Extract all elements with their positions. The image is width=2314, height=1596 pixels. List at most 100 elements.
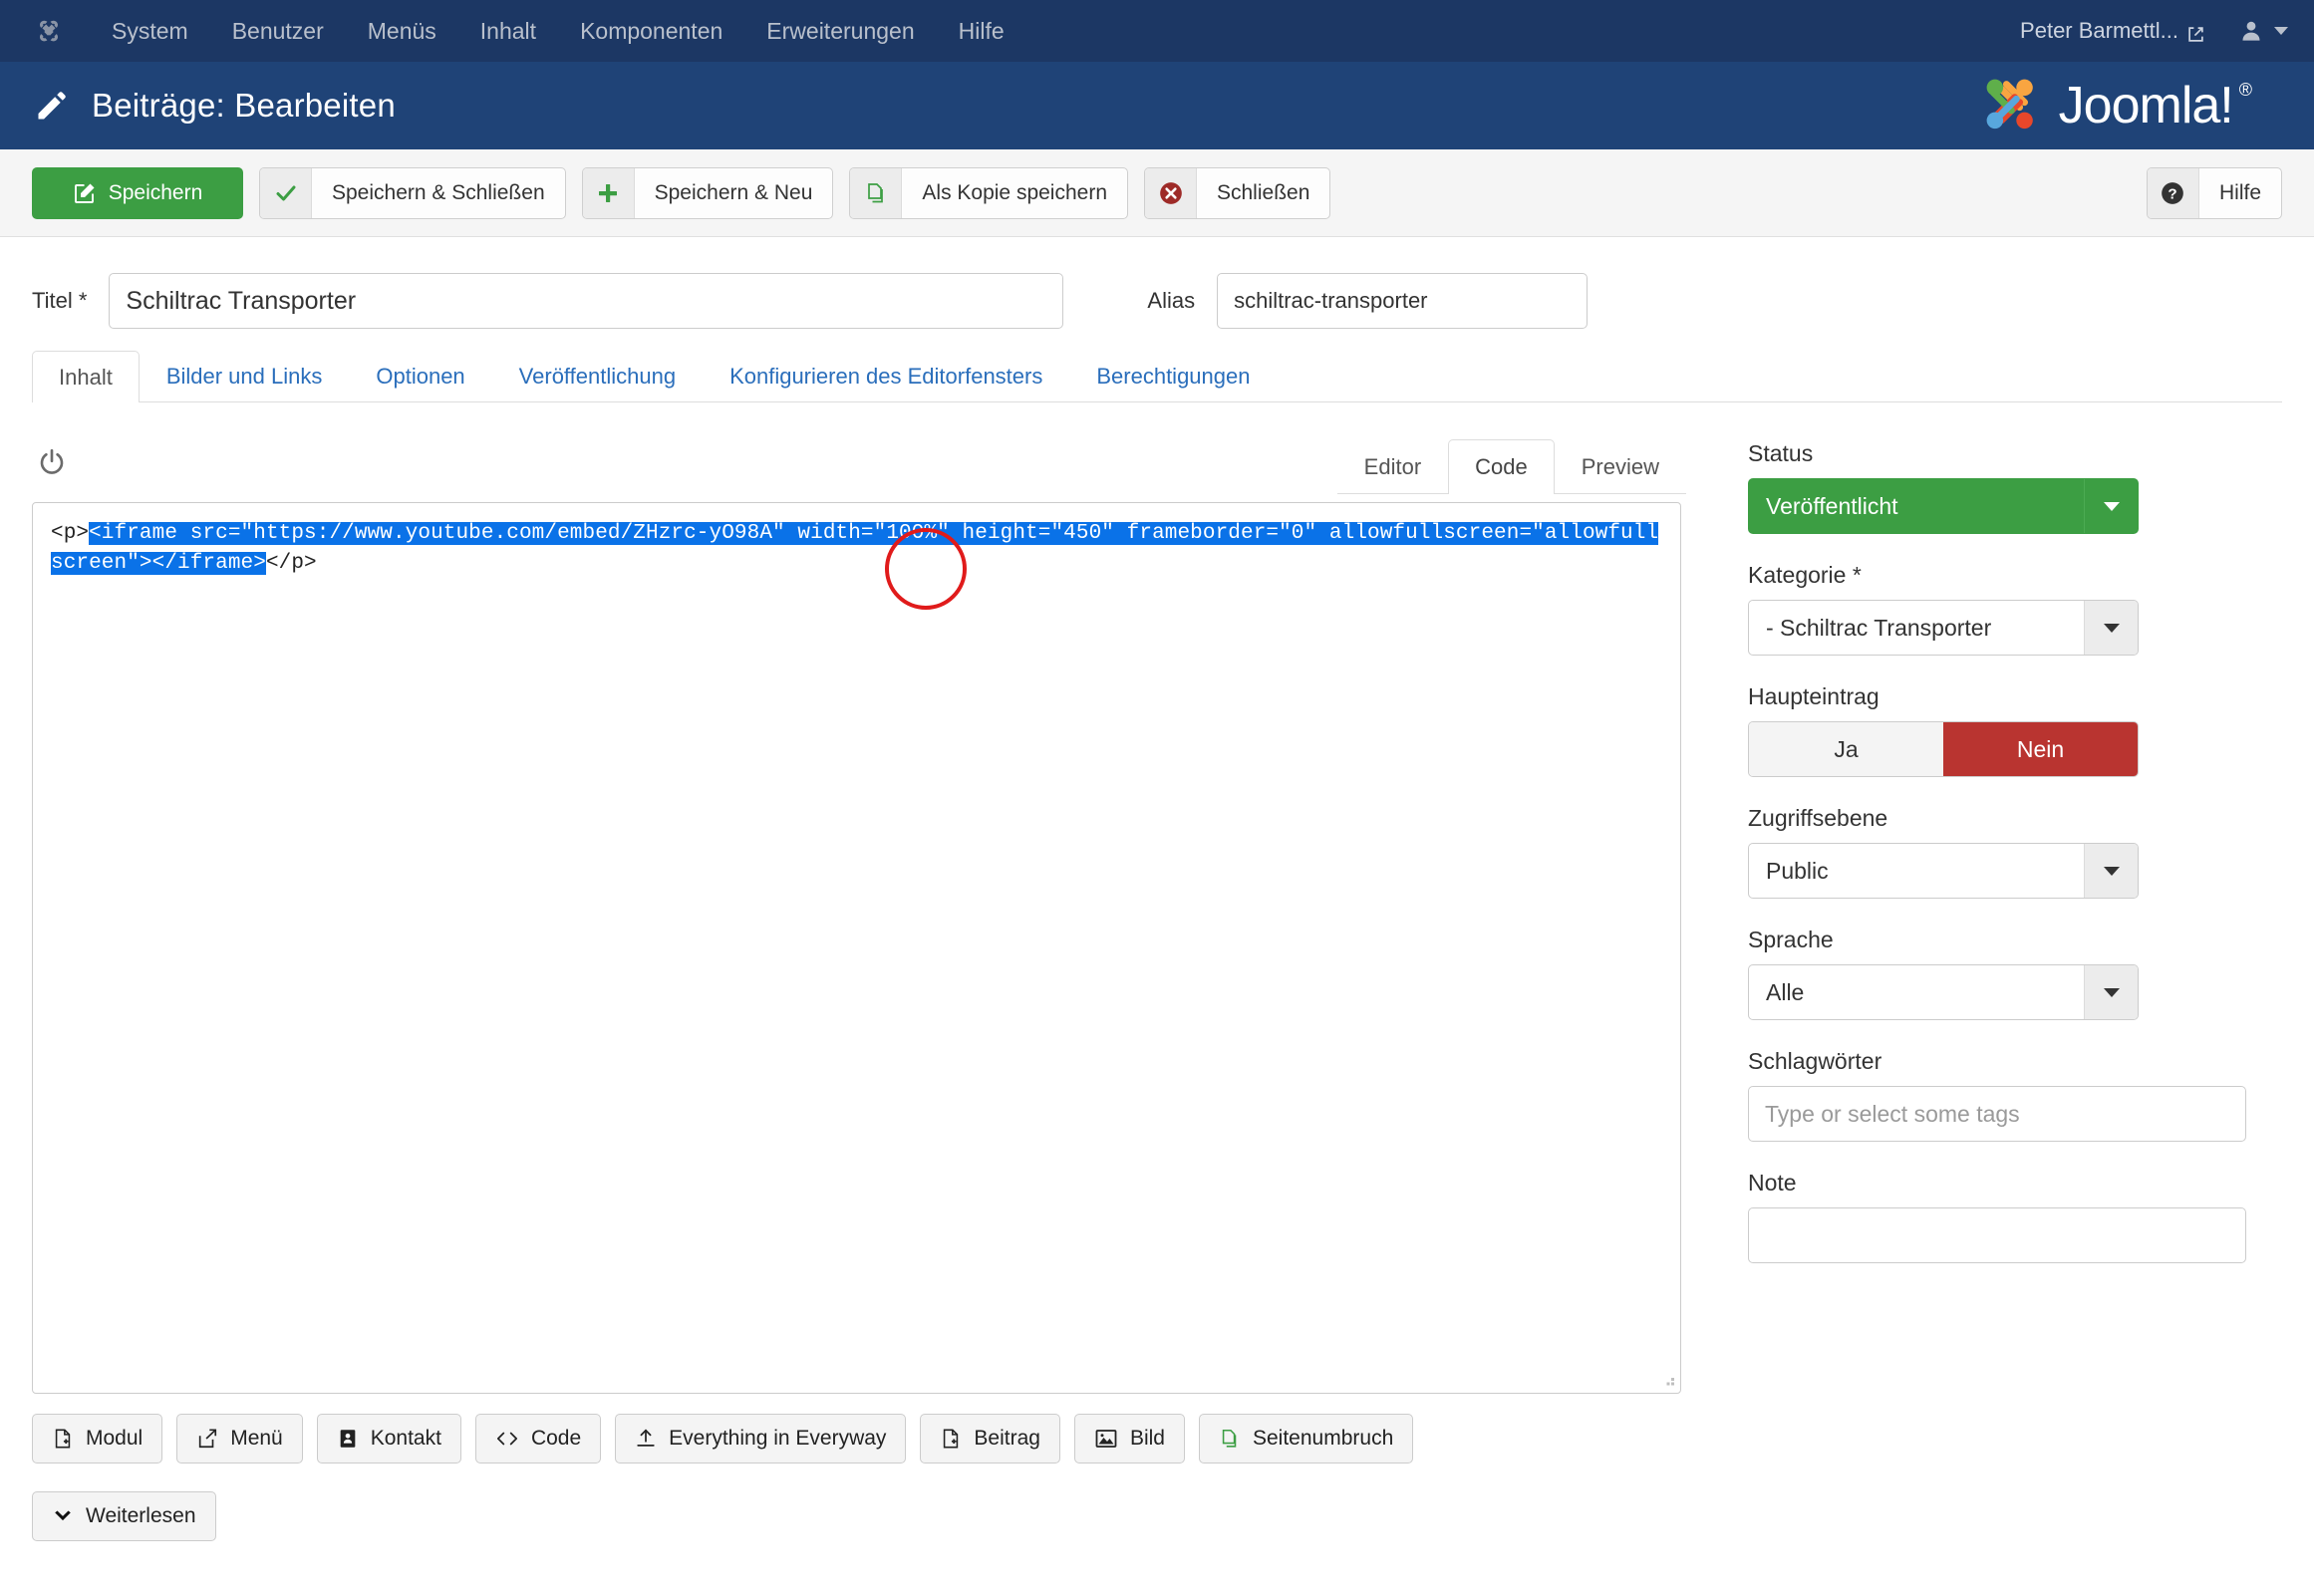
alias-input[interactable]: [1217, 273, 1588, 329]
title-input[interactable]: [109, 273, 1063, 329]
copy-icon: [850, 168, 902, 218]
tab-optionen[interactable]: Optionen: [349, 350, 491, 401]
code-editor[interactable]: <p><iframe src="https://www.youtube.com/…: [32, 502, 1681, 1394]
help-button-label: Hilfe: [2199, 168, 2281, 218]
editor-mode-code[interactable]: Code: [1448, 439, 1555, 494]
menu-item-system[interactable]: System: [90, 0, 210, 62]
tab-editorfenster[interactable]: Konfigurieren des Editorfensters: [703, 350, 1069, 401]
insert-everything-button[interactable]: Everything in Everyway: [615, 1414, 906, 1463]
user-name-label: Peter Barmettl...: [2020, 18, 2178, 44]
insert-everything-label: Everything in Everyway: [669, 1427, 886, 1451]
admin-menubar: System Benutzer Menüs Inhalt Komponenten…: [0, 0, 2314, 62]
resize-handle-icon[interactable]: [1660, 1373, 1676, 1389]
insert-bild-button[interactable]: Bild: [1074, 1414, 1185, 1463]
code-editor-content: <p><iframe src="https://www.youtube.com/…: [51, 519, 1662, 579]
insert-kontakt-label: Kontakt: [371, 1427, 441, 1451]
note-group: Note: [1748, 1170, 2254, 1263]
category-group: Kategorie * - Schiltrac Transporter: [1748, 562, 2254, 656]
status-label: Status: [1748, 440, 2254, 467]
admin-menu-links: System Benutzer Menüs Inhalt Komponenten…: [90, 0, 1026, 62]
insert-code-label: Code: [531, 1427, 581, 1451]
insert-seitenumbruch-label: Seitenumbruch: [1253, 1427, 1393, 1451]
note-label: Note: [1748, 1170, 2254, 1197]
title-alias-row: Titel * Alias: [32, 237, 2282, 351]
save-close-button-label: Speichern & Schließen: [312, 168, 565, 218]
menu-item-menus[interactable]: Menüs: [346, 0, 458, 62]
menu-item-komponenten[interactable]: Komponenten: [558, 0, 744, 62]
access-value: Public: [1749, 844, 2084, 898]
user-menu-button[interactable]: [2230, 20, 2288, 42]
joomla-wordmark: Joomla!: [2059, 76, 2233, 135]
page-header: Beiträge: Bearbeiten Joomla! ®: [0, 62, 2314, 149]
featured-toggle: Ja Nein: [1748, 721, 2139, 777]
language-select[interactable]: Alle: [1748, 964, 2139, 1020]
pencil-icon: [34, 88, 70, 124]
insert-weiterlesen-label: Weiterlesen: [86, 1504, 196, 1528]
save-copy-button-label: Als Kopie speichern: [902, 168, 1127, 218]
access-select[interactable]: Public: [1748, 843, 2139, 899]
chevron-down-icon: [2084, 965, 2138, 1019]
menu-item-benutzer[interactable]: Benutzer: [210, 0, 346, 62]
status-select[interactable]: Veröffentlicht: [1748, 478, 2139, 534]
insert-menu-button[interactable]: Menü: [176, 1414, 303, 1463]
menu-item-erweiterungen[interactable]: Erweiterungen: [744, 0, 936, 62]
save-button[interactable]: Speichern: [32, 167, 243, 219]
help-button[interactable]: ? Hilfe: [2147, 167, 2282, 219]
close-button[interactable]: Schließen: [1144, 167, 1330, 219]
access-label: Zugriffsebene: [1748, 805, 2254, 832]
featured-option-ja[interactable]: Ja: [1749, 722, 1943, 776]
user-avatar-icon: [2240, 20, 2262, 42]
svg-text:?: ?: [2169, 185, 2177, 202]
toolbar: Speichern Speichern & Schließen Speicher…: [0, 149, 2314, 237]
upload-icon: [635, 1428, 657, 1450]
chevron-down-icon: [2084, 479, 2138, 533]
tab-inhalt[interactable]: Inhalt: [32, 351, 140, 402]
joomla-brand-logo: Joomla! ®: [1977, 73, 2280, 138]
power-icon[interactable]: [32, 442, 72, 482]
tags-label: Schlagwörter: [1748, 1048, 2254, 1075]
contact-card-icon: [337, 1428, 359, 1450]
menu-item-inhalt[interactable]: Inhalt: [458, 0, 558, 62]
joomla-logo-icon[interactable]: [34, 16, 64, 46]
insert-weiterlesen-button[interactable]: Weiterlesen: [32, 1491, 216, 1541]
code-prefix: <p>: [51, 522, 89, 545]
tab-berechtigungen[interactable]: Berechtigungen: [1069, 350, 1277, 401]
category-select[interactable]: - Schiltrac Transporter: [1748, 600, 2139, 656]
save-new-button[interactable]: Speichern & Neu: [582, 167, 834, 219]
tags-input[interactable]: [1748, 1086, 2246, 1142]
tab-bilder-und-links[interactable]: Bilder und Links: [140, 350, 350, 401]
chevron-down-icon: [2084, 601, 2138, 655]
page-title: Beiträge: Bearbeiten: [92, 87, 396, 125]
chevron-down-icon: [2084, 844, 2138, 898]
save-copy-button[interactable]: Als Kopie speichern: [849, 167, 1128, 219]
status-group: Status Veröffentlicht: [1748, 440, 2254, 534]
admin-menubar-right: Peter Barmettl...: [2020, 18, 2288, 44]
plus-icon: [583, 168, 635, 218]
featured-label: Haupteintrag: [1748, 683, 2254, 710]
category-value: - Schiltrac Transporter: [1749, 601, 2084, 655]
save-close-button[interactable]: Speichern & Schließen: [259, 167, 566, 219]
insert-bild-label: Bild: [1130, 1427, 1165, 1451]
featured-group: Haupteintrag Ja Nein: [1748, 683, 2254, 777]
menu-item-hilfe[interactable]: Hilfe: [937, 0, 1026, 62]
save-button-label: Speichern: [109, 181, 203, 205]
file-plus-icon: [52, 1428, 74, 1450]
language-value: Alle: [1749, 965, 2084, 1019]
tab-veroeffentlichung[interactable]: Veröffentlichung: [492, 350, 703, 401]
insert-beitrag-button[interactable]: Beitrag: [920, 1414, 1060, 1463]
joomla-registered-mark: ®: [2239, 80, 2252, 101]
insert-modul-button[interactable]: Modul: [32, 1414, 162, 1463]
question-circle-icon: ?: [2148, 168, 2199, 218]
featured-option-nein[interactable]: Nein: [1943, 722, 2138, 776]
editor-mode-editor[interactable]: Editor: [1337, 439, 1448, 494]
access-group: Zugriffsebene Public: [1748, 805, 2254, 899]
site-preview-link[interactable]: Peter Barmettl...: [2020, 18, 2230, 44]
joomla-mark-icon: [1977, 73, 2049, 138]
insert-seitenumbruch-button[interactable]: Seitenumbruch: [1199, 1414, 1413, 1463]
title-label: Titel *: [32, 288, 87, 314]
editor-mode-preview[interactable]: Preview: [1555, 439, 1686, 494]
insert-code-button[interactable]: Code: [475, 1414, 601, 1463]
article-tabs: Inhalt Bilder und Links Optionen Veröffe…: [32, 351, 2282, 402]
note-input[interactable]: [1748, 1207, 2246, 1263]
insert-kontakt-button[interactable]: Kontakt: [317, 1414, 461, 1463]
